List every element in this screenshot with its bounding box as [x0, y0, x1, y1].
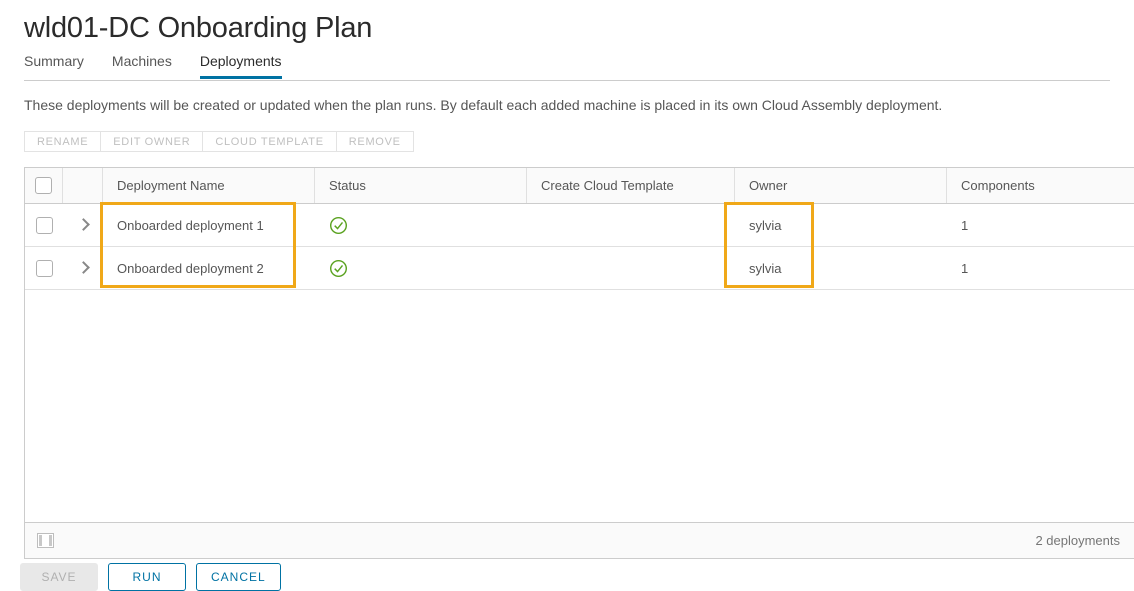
deployments-datagrid: Deployment Name Status Create Cloud Temp…	[24, 167, 1134, 559]
expand-header-cell	[63, 168, 103, 203]
column-picker-icon[interactable]	[37, 533, 54, 548]
rename-button[interactable]: RENAME	[24, 131, 101, 152]
row-checkbox[interactable]	[35, 216, 53, 234]
cell-create-cloud-template	[527, 204, 735, 246]
edit-owner-button[interactable]: EDIT OWNER	[100, 131, 203, 152]
page-description: These deployments will be created or upd…	[24, 97, 943, 113]
run-button[interactable]: RUN	[108, 563, 186, 591]
onboarding-plan-page: wld01-DC Onboarding Plan Summary Machine…	[0, 0, 1134, 591]
grid-action-toolbar: RENAME EDIT OWNER CLOUD TEMPLATE REMOVE	[24, 131, 414, 152]
chevron-right-icon[interactable]	[76, 261, 90, 275]
tab-deployments-label: Deployments	[199, 53, 282, 69]
column-header-components[interactable]: Components	[947, 168, 1133, 203]
datagrid-footer: 2 deployments	[25, 522, 1134, 558]
tab-deployments[interactable]: Deployments	[186, 52, 296, 79]
save-button[interactable]: SAVE	[20, 563, 98, 591]
tab-machines[interactable]: Machines	[98, 52, 186, 78]
cell-status	[315, 204, 527, 246]
cell-deployment-name: Onboarded deployment 1	[117, 217, 264, 233]
datagrid-body: Onboarded deployment 1 sylvia 1 Onboarde…	[25, 204, 1134, 522]
row-checkbox[interactable]	[35, 259, 53, 277]
row-select-cell	[25, 204, 63, 246]
tab-summary-label: Summary	[24, 53, 84, 69]
tab-machines-label: Machines	[111, 53, 172, 69]
cell-owner: sylvia	[749, 217, 782, 233]
tab-summary[interactable]: Summary	[24, 52, 98, 78]
cancel-button[interactable]: CANCEL	[196, 563, 281, 591]
cell-components: 1	[961, 260, 969, 276]
cell-create-cloud-template	[527, 247, 735, 289]
cell-components: 1	[961, 217, 969, 233]
row-expand-cell	[63, 247, 103, 289]
tab-bar: Summary Machines Deployments	[24, 52, 1110, 81]
cell-deployment-name: Onboarded deployment 2	[117, 260, 264, 276]
cell-owner: sylvia	[749, 260, 782, 276]
remove-button[interactable]: REMOVE	[335, 131, 414, 152]
column-header-create-cloud-template[interactable]: Create Cloud Template	[527, 168, 735, 203]
chevron-right-icon[interactable]	[76, 218, 90, 232]
datagrid-header-row: Deployment Name Status Create Cloud Temp…	[25, 168, 1134, 204]
deployment-count-label: 2 deployments	[1035, 533, 1120, 548]
row-select-cell	[25, 247, 63, 289]
table-row[interactable]: Onboarded deployment 1 sylvia 1	[25, 204, 1134, 247]
row-expand-cell	[63, 204, 103, 246]
column-header-deployment-name[interactable]: Deployment Name	[103, 168, 315, 203]
check-circle-icon	[329, 216, 348, 235]
cloud-template-button[interactable]: CLOUD TEMPLATE	[202, 131, 336, 152]
page-title: wld01-DC Onboarding Plan	[24, 12, 373, 44]
table-row[interactable]: Onboarded deployment 2 sylvia 1	[25, 247, 1134, 290]
select-all-checkbox[interactable]	[35, 177, 52, 194]
column-header-status[interactable]: Status	[315, 168, 527, 203]
select-all-header-cell	[25, 168, 63, 203]
check-circle-icon	[329, 259, 348, 278]
form-actions: SAVE RUN CANCEL	[20, 563, 281, 591]
column-header-owner[interactable]: Owner	[735, 168, 947, 203]
cell-status	[315, 247, 527, 289]
